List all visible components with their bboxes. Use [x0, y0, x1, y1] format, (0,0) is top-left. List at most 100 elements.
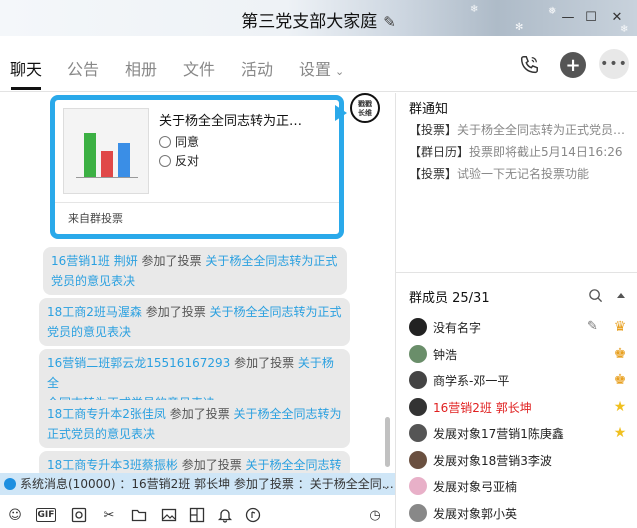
message-text: 参加了投票 [165, 407, 234, 421]
minimize-button[interactable]: — [557, 6, 579, 28]
vote-link[interactable]: 党员的意见表决 [47, 325, 131, 339]
active-tab-indicator [11, 87, 41, 90]
bell-icon[interactable] [216, 506, 234, 524]
member-row[interactable]: 发展对象18营销3李波 [409, 450, 631, 472]
minimize-icon: — [561, 9, 575, 25]
avatar[interactable] [409, 318, 427, 336]
avatar[interactable]: 戳戳 长维 [350, 93, 380, 123]
section-divider [396, 272, 637, 273]
sender-link[interactable]: 18工商专升本3班蔡振彬 [47, 458, 178, 472]
vote-link[interactable]: 关于杨全全同志转为正式 [205, 254, 337, 268]
members-title: 群成员 25/31 [409, 291, 490, 306]
avatar[interactable] [409, 477, 427, 495]
vote-option-oppose[interactable]: 反对 [159, 152, 199, 169]
smile-icon[interactable]: ☺ [6, 506, 24, 524]
add-button[interactable]: + [560, 52, 586, 78]
vote-link[interactable]: 关于杨全全同志转为 [234, 407, 342, 421]
close-button[interactable]: ✕ [606, 6, 628, 28]
tab-activity[interactable]: 活动 [241, 56, 273, 80]
tab-announcement[interactable]: 公告 [67, 56, 99, 80]
image-icon[interactable] [160, 506, 178, 524]
member-name: 钟浩 [433, 347, 458, 362]
system-message-bar[interactable]: 系统消息(10000) ：16营销2班 郭长坤 参加了投票 ：关于杨全全同… [0, 473, 395, 495]
member-row[interactable]: 没有名字 ✎ ♛ [409, 317, 631, 339]
avatar[interactable] [409, 450, 427, 469]
notice-tag: 【投票】 [409, 123, 458, 137]
member-name: 没有名字 [433, 321, 482, 335]
window-title: 第三党支部大家庭 ✎ [0, 7, 637, 32]
avatar-text: 长维 [358, 109, 372, 117]
member-row[interactable]: 钟浩 ♚ [409, 344, 631, 366]
tab-settings[interactable]: 设置 ⌄ [299, 56, 344, 80]
edit-name-icon[interactable]: ✎ [383, 13, 396, 31]
vote-link[interactable]: 关于杨全全同志转为正式 [210, 305, 342, 319]
tab-files[interactable]: 文件 [183, 56, 215, 80]
avatar[interactable] [409, 424, 427, 442]
notice-item[interactable]: 【投票】试验一下无记名投票功能 [409, 165, 624, 182]
expand-system-message[interactable]: ⌄ [383, 482, 390, 491]
sender-link[interactable]: 18工商专升本2张佳凤 [47, 407, 166, 421]
maximize-icon: ☐ [585, 9, 597, 25]
music-icon[interactable] [244, 506, 262, 524]
more-button[interactable]: ••• [599, 49, 629, 79]
edit-icon[interactable]: ✎ [587, 319, 598, 334]
vote-title: 关于杨全全同志转为正… [159, 114, 303, 129]
member-search-icon[interactable] [587, 287, 603, 303]
tab-settings-label: 设置 [299, 60, 332, 79]
owner-badge-icon: ♛ [613, 319, 627, 335]
scroll-up-icon[interactable] [613, 287, 629, 303]
vote-option-label: 反对 [175, 154, 200, 168]
sender-link[interactable]: 16营销二班郭云龙15516167293 [47, 356, 230, 370]
scissors-icon[interactable]: ✂ [100, 506, 118, 524]
notice-tag: 【投票】 [409, 167, 458, 181]
divider [55, 202, 339, 203]
vote-card[interactable]: 关于杨全全同志转为正… 同意 反对 来自群投票 [50, 95, 344, 239]
history-icon[interactable]: ◷ [366, 506, 384, 524]
vote-option-label: 同意 [175, 135, 200, 149]
phone-icon [520, 56, 538, 74]
bell-glyph [217, 509, 233, 523]
collage-icon[interactable] [188, 506, 206, 524]
vote-link[interactable]: 党员的意见表决 [51, 274, 135, 288]
voice-call-button[interactable] [516, 52, 542, 78]
vote-link[interactable]: 正式党员的意见表决 [47, 427, 155, 441]
avatar[interactable] [409, 397, 427, 416]
member-name: 发展对象弓亚楠 [433, 480, 518, 494]
vote-link[interactable]: 关于杨全全同志转 [246, 458, 342, 472]
member-row[interactable]: 16营销2班 郭长坤 ★ [409, 397, 631, 419]
chat-scrollbar[interactable] [383, 93, 391, 473]
notice-text: 关于杨全全同志转为正式党员… [457, 123, 624, 137]
plus-icon: + [565, 54, 581, 76]
vote-option-agree[interactable]: 同意 [159, 133, 199, 150]
notice-item[interactable]: 【群日历】投票即将截止5月14日16:26 [409, 143, 624, 160]
folder-glyph [131, 509, 147, 522]
avatar-text: 戳戳 [358, 100, 372, 108]
sender-link[interactable]: 16营销1班 荆妍 [51, 254, 138, 268]
sender-link[interactable]: 18工商2班马渥森 [47, 305, 142, 319]
maximize-button[interactable]: ☐ [580, 6, 602, 28]
folder-icon[interactable] [130, 506, 148, 524]
member-row[interactable]: 发展对象郭小英 [409, 503, 631, 525]
avatar[interactable] [409, 371, 427, 389]
screenshot-icon[interactable] [70, 506, 88, 524]
avatar[interactable] [409, 344, 427, 363]
star-badge-icon: ★ [613, 425, 627, 441]
member-name: 发展对象17营销1陈庚鑫 [433, 427, 564, 441]
radio-icon [159, 154, 171, 167]
avatar[interactable] [409, 503, 427, 522]
notices-title: 群通知 [409, 102, 449, 117]
member-row[interactable]: 发展对象17营销1陈庚鑫 ★ [409, 423, 631, 445]
tab-album[interactable]: 相册 [125, 56, 157, 80]
notice-item[interactable]: 【投票】关于杨全全同志转为正式党员… [409, 121, 624, 138]
member-name: 商学系-邓一平 [433, 374, 510, 388]
member-row[interactable]: 发展对象弓亚楠 [409, 476, 631, 498]
gif-icon[interactable]: GIF [36, 508, 56, 522]
member-row[interactable]: 商学系-邓一平 ♚ [409, 370, 631, 392]
tab-chat[interactable]: 聊天 [10, 56, 42, 80]
notice-text: 试验一下无记名投票功能 [457, 167, 590, 181]
message-text: 参加了投票 [177, 458, 246, 472]
input-toolbar: ☺ GIF ✂ ◷ [0, 500, 395, 528]
scrollbar-thumb[interactable] [385, 417, 390, 467]
chat-messages[interactable]: 关于杨全全同志转为正… 同意 反对 来自群投票 戳戳 长维 16营销1班 荆妍 参… [0, 93, 395, 473]
member-name: 16营销2班 郭长坤 [433, 400, 532, 415]
